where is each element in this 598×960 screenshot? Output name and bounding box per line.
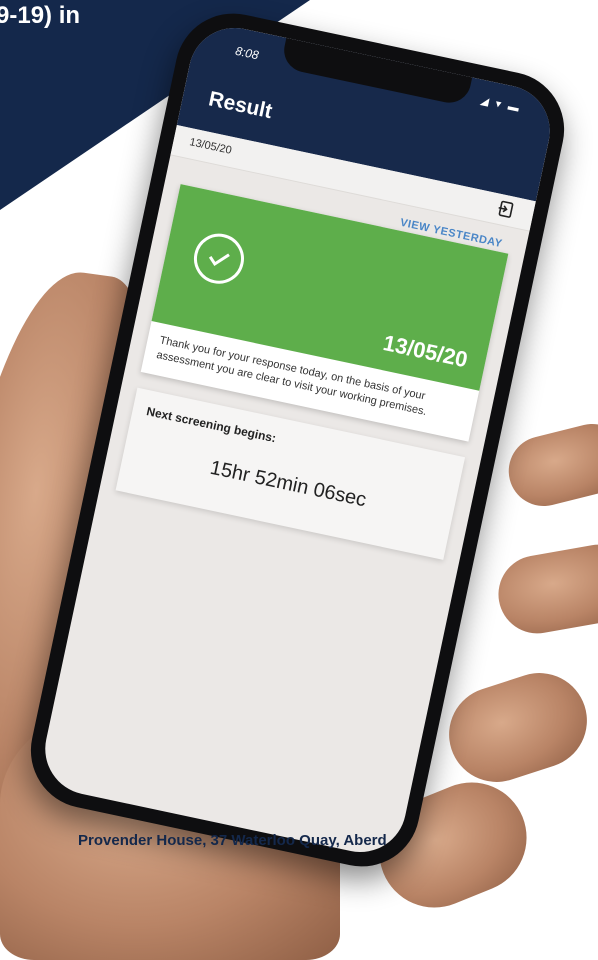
banner-title: 9-19) in [0, 2, 81, 29]
status-icons: ◢ ▾ ▬ [479, 94, 522, 116]
logout-icon[interactable] [496, 199, 517, 220]
countdown-timer: 15hr 52min 06sec [208, 456, 369, 511]
main-content: VIEW YESTERDAY 13/05/20 Thank you for yo… [97, 155, 529, 574]
current-date: 13/05/20 [188, 136, 233, 157]
hand-finger [436, 660, 598, 795]
status-time: 8:08 [234, 43, 260, 63]
hand-finger [501, 416, 598, 514]
page-title: Result [206, 87, 275, 124]
check-circle-icon [189, 229, 249, 289]
result-date: 13/05/20 [380, 330, 470, 373]
footer-address: Provender House, 37 Waterloo Quay, Aberd [78, 832, 387, 849]
hand-finger [492, 538, 598, 640]
